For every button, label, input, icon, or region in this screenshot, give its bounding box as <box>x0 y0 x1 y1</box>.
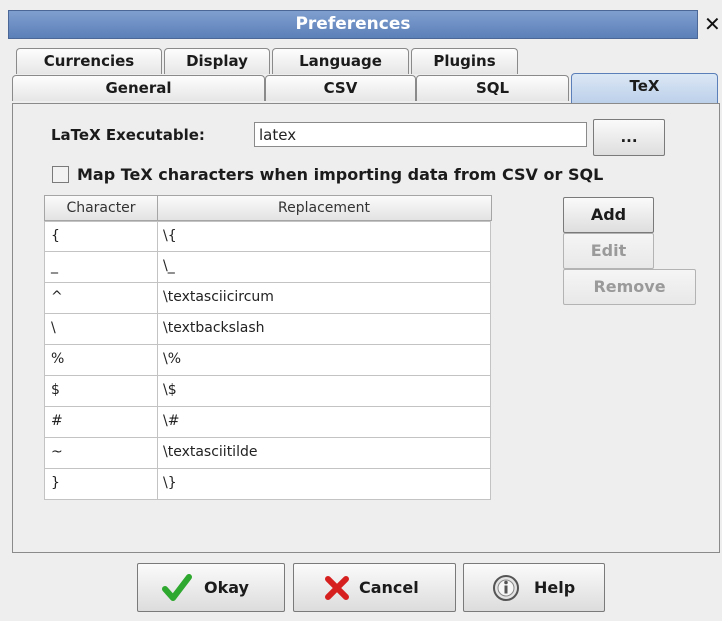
table-row[interactable]: \ \textbackslash <box>44 314 491 345</box>
window-title: Preferences <box>295 14 411 34</box>
cell-character: } <box>51 475 60 491</box>
cell-replacement: \textasciicircum <box>163 289 274 305</box>
cancel-button[interactable]: Cancel <box>293 563 456 612</box>
table-row[interactable]: $ \$ <box>44 376 491 407</box>
column-divider <box>157 376 158 406</box>
cell-replacement: \{ <box>163 228 177 244</box>
column-divider <box>157 314 158 344</box>
table-row[interactable]: # \# <box>44 407 491 438</box>
tab-language-label: Language <box>299 52 382 70</box>
column-divider <box>157 345 158 375</box>
column-header-replacement[interactable]: Replacement <box>157 196 491 220</box>
edit-button[interactable]: Edit <box>563 233 654 269</box>
cell-character: $ <box>51 382 60 398</box>
cell-replacement: \} <box>163 475 177 491</box>
tab-currencies-label: Currencies <box>43 52 135 70</box>
column-divider <box>157 407 158 437</box>
cell-replacement: \textbackslash <box>163 320 265 336</box>
tab-tex[interactable]: TeX <box>571 73 718 103</box>
cancel-button-label: Cancel <box>359 578 419 597</box>
tab-tex-label: TeX <box>629 77 660 95</box>
preferences-window: Preferences ✕ Currencies Display Languag… <box>0 0 722 621</box>
cell-replacement: \% <box>163 351 182 367</box>
add-button-label: Add <box>590 205 627 224</box>
help-button-label: Help <box>534 578 576 597</box>
tab-sql-label: SQL <box>475 79 510 97</box>
tab-display-label: Display <box>186 52 248 70</box>
table-row[interactable]: _ \_ <box>44 252 491 283</box>
cell-replacement: \$ <box>163 382 177 398</box>
column-header-character[interactable]: Character <box>45 196 158 220</box>
map-tex-label: Map TeX characters when importing data f… <box>77 165 604 184</box>
cell-character: % <box>51 351 65 367</box>
remove-button[interactable]: Remove <box>563 269 696 305</box>
remove-button-label: Remove <box>593 277 666 296</box>
browse-button-label: ... <box>620 128 638 146</box>
tab-general[interactable]: General <box>12 75 265 101</box>
close-icon[interactable]: ✕ <box>704 10 722 38</box>
table-row[interactable]: ~ \textasciitilde <box>44 438 491 469</box>
latex-executable-input[interactable] <box>254 122 587 147</box>
okay-button-label: Okay <box>204 578 249 597</box>
tab-display[interactable]: Display <box>164 48 270 74</box>
add-button[interactable]: Add <box>563 197 654 233</box>
edit-button-label: Edit <box>590 241 627 260</box>
table-row[interactable]: ^ \textasciicircum <box>44 283 491 314</box>
tab-general-label: General <box>105 79 172 97</box>
help-button[interactable]: Help <box>463 563 605 612</box>
replacement-table: Character Replacement { \{ _ \_ ^ \texta… <box>44 195 492 503</box>
tab-currencies[interactable]: Currencies <box>16 48 162 74</box>
cell-character: \ <box>51 320 56 336</box>
cell-replacement: \_ <box>163 258 175 274</box>
tab-plugins-label: Plugins <box>433 52 496 70</box>
browse-button[interactable]: ... <box>593 119 665 156</box>
column-divider <box>157 222 158 252</box>
column-divider <box>157 469 158 499</box>
table-row[interactable]: % \% <box>44 345 491 376</box>
help-icon <box>492 574 520 606</box>
cell-character: _ <box>51 258 58 274</box>
table-row[interactable]: { \{ <box>44 221 491 252</box>
map-tex-checkbox[interactable] <box>52 166 69 183</box>
tab-csv[interactable]: CSV <box>265 75 416 101</box>
cross-icon <box>324 574 350 606</box>
cell-replacement: \textasciitilde <box>163 444 258 460</box>
tab-language[interactable]: Language <box>272 48 409 74</box>
okay-button[interactable]: Okay <box>137 563 285 612</box>
column-divider <box>157 252 158 282</box>
checkmark-icon <box>162 574 192 606</box>
table-row[interactable]: } \} <box>44 469 491 500</box>
table-header: Character Replacement <box>44 195 492 221</box>
column-divider <box>157 438 158 468</box>
tab-plugins[interactable]: Plugins <box>411 48 518 74</box>
column-divider <box>157 283 158 313</box>
tab-csv-label: CSV <box>323 79 358 97</box>
tab-sql[interactable]: SQL <box>416 75 569 101</box>
cell-character: # <box>51 413 63 429</box>
cell-replacement: \# <box>163 413 180 429</box>
window-title-bar[interactable]: Preferences <box>8 10 698 39</box>
cell-character: { <box>51 228 60 244</box>
latex-executable-label: LaTeX Executable: <box>51 126 205 144</box>
cell-character: ~ <box>51 444 63 460</box>
cell-character: ^ <box>51 289 63 305</box>
